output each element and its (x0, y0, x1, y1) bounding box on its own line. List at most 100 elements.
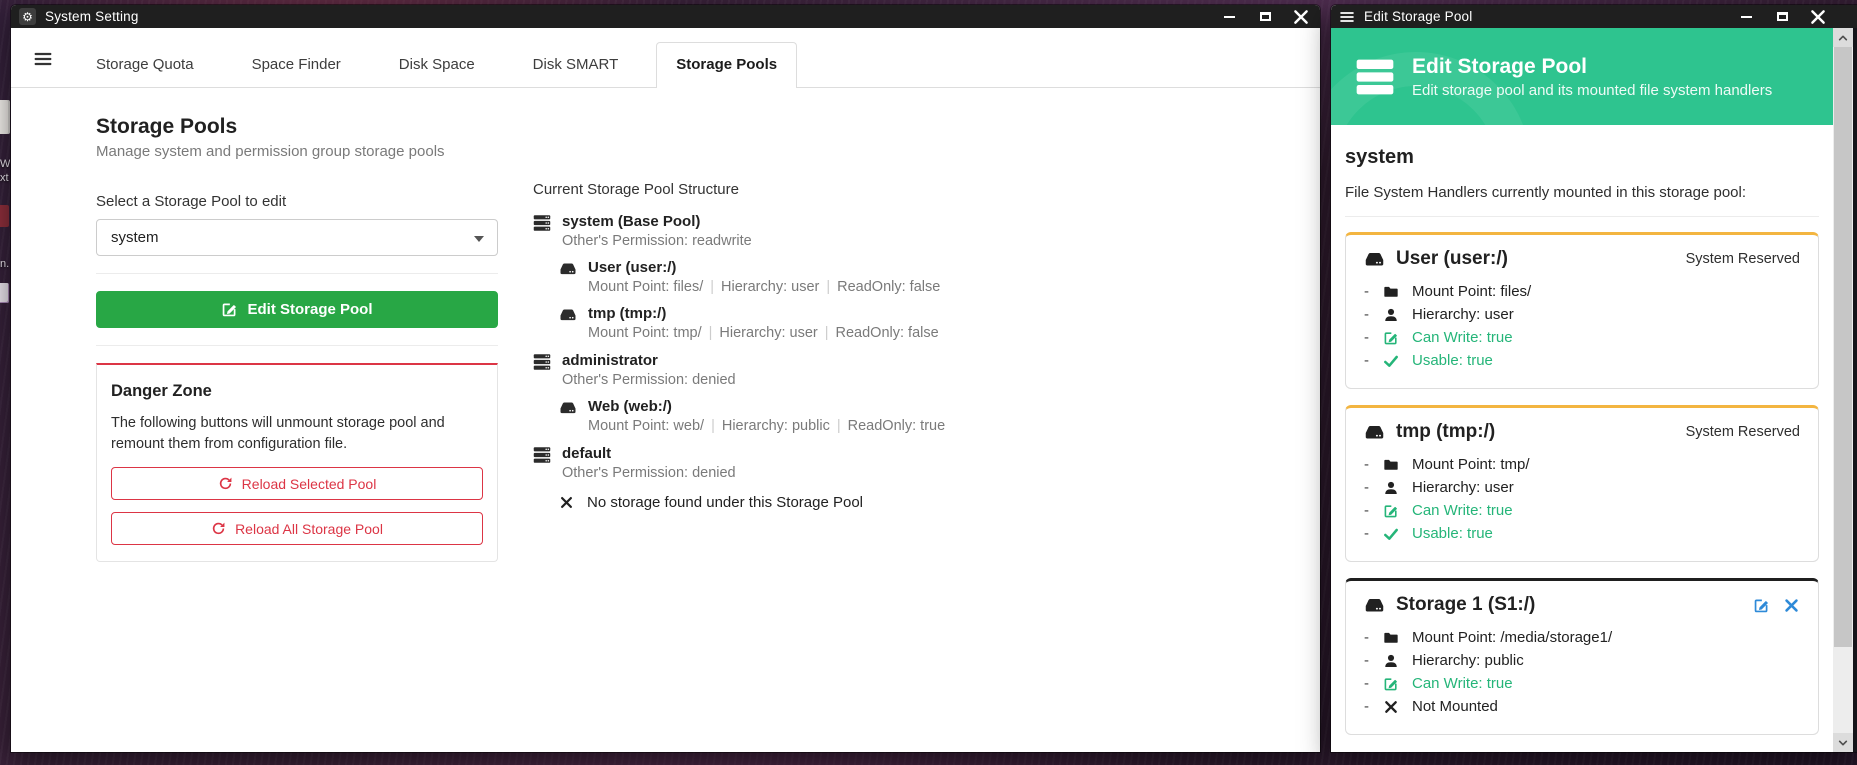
maximize-button[interactable] (1771, 8, 1793, 26)
pool-permission: Other's Permission: readwrite (562, 233, 752, 249)
system-reserved-badge: System Reserved (1686, 421, 1800, 440)
edit-storage-pool-window: Edit Storage Pool Edit Storage Pool Edit… (1331, 5, 1857, 752)
storage-entry: Web (web:/) Mount Point: web/|Hierarchy:… (559, 398, 945, 434)
storage-readonly: ReadOnly: true (848, 418, 946, 434)
can-write-text: Can Write: true (1412, 329, 1513, 346)
scrollbar-thumb[interactable] (1834, 47, 1852, 647)
handlers-label: File System Handlers currently mounted i… (1345, 184, 1819, 201)
pool-heading: system (1345, 146, 1819, 169)
storage-hierarchy: Hierarchy: user (719, 325, 817, 341)
edit-icon (1753, 597, 1770, 614)
hierarchy-text: Hierarchy: public (1412, 652, 1524, 669)
desktop-label-fragment: xt (0, 172, 10, 185)
window-title: System Setting (45, 9, 139, 24)
tab-bar: Storage Quota Space Finder Disk Space Di… (11, 28, 1320, 88)
danger-zone-card: Danger Zone The following buttons will u… (96, 363, 498, 562)
maximize-button[interactable] (1254, 8, 1276, 26)
menu-button[interactable] (33, 49, 53, 69)
tab-storage-quota[interactable]: Storage Quota (76, 42, 214, 87)
can-write-text: Can Write: true (1412, 502, 1513, 519)
handler-detail: Can Write: true (1364, 329, 1800, 346)
separator: | (702, 325, 720, 341)
scroll-down-button[interactable] (1833, 733, 1853, 752)
maximize-icon (1260, 12, 1271, 21)
pool-permission: Other's Permission: denied (562, 372, 736, 388)
separator: | (818, 325, 836, 341)
divider (1345, 216, 1819, 217)
scroll-up-button[interactable] (1833, 28, 1853, 47)
user-icon (1383, 307, 1399, 323)
close-icon (1807, 8, 1829, 26)
edit-storage-pool-button[interactable]: Edit Storage Pool (96, 291, 498, 328)
reload-all-pool-button[interactable]: Reload All Storage Pool (111, 512, 483, 545)
tab-disk-space[interactable]: Disk Space (379, 42, 495, 87)
hamburger-icon (1339, 9, 1355, 25)
separator: | (830, 418, 848, 434)
close-button[interactable] (1290, 8, 1312, 26)
user-icon (1383, 480, 1399, 496)
edit-pool-banner: Edit Storage Pool Edit storage pool and … (1331, 28, 1833, 125)
pool-entry: administrator Other's Permission: denied… (533, 352, 945, 434)
tab-disk-smart[interactable]: Disk SMART (513, 42, 639, 87)
pool-name: default (562, 445, 736, 463)
pool-name: administrator (562, 352, 736, 370)
handler-detail: Can Write: true (1364, 675, 1800, 692)
scrollbar[interactable] (1833, 28, 1853, 752)
divider (96, 345, 498, 346)
close-icon (1290, 8, 1312, 26)
hierarchy-text: Hierarchy: user (1412, 479, 1514, 496)
system-setting-window: ⚙ System Setting Storage Quota Space Fin… (11, 5, 1320, 752)
edit-handler-button[interactable] (1753, 597, 1770, 614)
window-title: Edit Storage Pool (1364, 9, 1472, 24)
chevron-down-icon (474, 236, 484, 242)
storage-name: tmp (tmp:/) (588, 305, 939, 323)
chevron-up-icon (1838, 33, 1848, 43)
handler-card-tmp: tmp (tmp:/) System Reserved Mount Point:… (1345, 405, 1819, 562)
pool-entry: system (Base Pool) Other's Permission: r… (533, 213, 945, 341)
tab-storage-pools[interactable]: Storage Pools (656, 42, 797, 88)
not-mounted-text: Not Mounted (1412, 698, 1498, 715)
minimize-button[interactable] (1218, 8, 1240, 26)
handler-card-user: User (user:/) System Reserved Mount Poin… (1345, 232, 1819, 389)
handler-detail: Hierarchy: user (1364, 479, 1800, 496)
empty-pool-message: No storage found under this Storage Pool (559, 494, 945, 511)
reload-selected-pool-button[interactable]: Reload Selected Pool (111, 467, 483, 500)
storage-readonly: ReadOnly: false (836, 325, 939, 341)
usable-text: Usable: true (1412, 525, 1493, 542)
x-icon (1783, 597, 1800, 614)
refresh-icon (211, 521, 226, 536)
handler-detail: Hierarchy: user (1364, 306, 1800, 323)
edit-icon (1383, 676, 1399, 692)
storage-readonly: ReadOnly: false (837, 279, 940, 295)
hamburger-icon (33, 49, 53, 69)
system-setting-titlebar: ⚙ System Setting (11, 5, 1320, 28)
edit-icon (1383, 503, 1399, 519)
tab-space-finder[interactable]: Space Finder (232, 42, 361, 87)
check-icon (1383, 353, 1399, 369)
x-icon (1383, 699, 1399, 715)
desktop-icon-fragment (0, 100, 10, 134)
remove-handler-button[interactable] (1783, 597, 1800, 614)
edit-icon (221, 301, 238, 318)
storage-hierarchy: Hierarchy: user (721, 279, 819, 295)
storage-pool-select-value: system (111, 229, 159, 246)
folder-icon (1383, 457, 1399, 473)
structure-heading: Current Storage Pool Structure (533, 181, 945, 198)
select-pool-label: Select a Storage Pool to edit (96, 193, 498, 210)
storage-details: Mount Point: tmp/|Hierarchy: user|ReadOn… (588, 325, 939, 341)
close-button[interactable] (1807, 8, 1829, 26)
gear-icon: ⚙ (19, 8, 36, 25)
handler-card-storage1: Storage 1 (S1:/) Mount Point: /media/sto… (1345, 578, 1819, 735)
storage-pool-select[interactable]: system (96, 219, 498, 256)
minimize-icon (1224, 16, 1235, 18)
reload-selected-pool-label: Reload Selected Pool (242, 476, 377, 492)
server-icon (533, 214, 551, 232)
hdd-icon (559, 306, 577, 324)
server-icon (533, 446, 551, 464)
folder-icon (1383, 284, 1399, 300)
minimize-button[interactable] (1735, 8, 1757, 26)
server-icon (533, 353, 551, 371)
divider (96, 273, 498, 274)
hdd-icon (559, 260, 577, 278)
hdd-icon (1364, 422, 1385, 443)
